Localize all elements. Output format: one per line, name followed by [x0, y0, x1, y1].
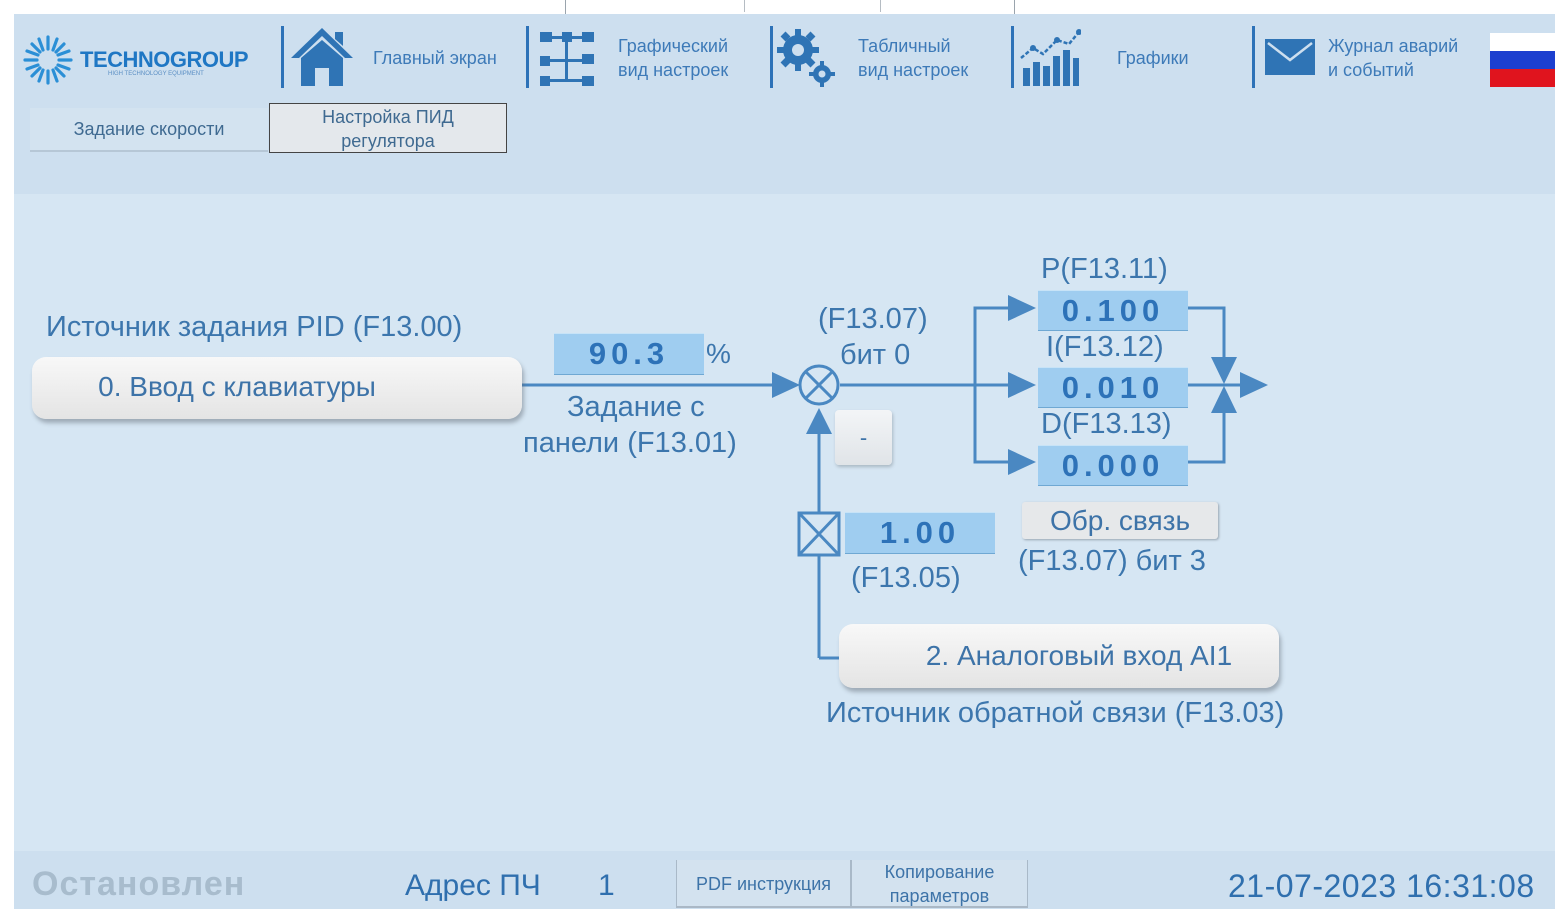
window-top-strip: [0, 0, 1555, 17]
tab-pid-label-line1: Настройка ПИД: [322, 107, 454, 127]
nav-charts-button[interactable]: Графики: [1017, 22, 1249, 92]
nav-separator: [770, 26, 773, 88]
nav-separator: [1252, 26, 1255, 88]
nav-table-settings-button[interactable]: Табличный вид настроек: [776, 22, 1008, 92]
nav-graphic-settings-button[interactable]: Графический вид настроек: [532, 22, 768, 92]
feedback-source-label: Источник обратной связи (F13.03): [826, 697, 1285, 729]
nav-log-label-line2: и событий: [1328, 60, 1414, 80]
logo-sunburst-icon: [23, 35, 73, 85]
copy-parameters-line1: Копирование: [884, 862, 995, 882]
pdf-manual-button[interactable]: PDF инструкция: [676, 860, 851, 908]
feedback-toggle-button[interactable]: Обр. связь: [1022, 502, 1218, 539]
copy-parameters-line2: параметров: [889, 886, 990, 906]
nav-separator: [526, 26, 529, 88]
i-gain-label: I(F13.12): [1046, 331, 1164, 363]
panel-setpoint-unit: %: [706, 338, 731, 369]
logo-subtitle: HIGH TECHNOLOGY EQUIPMENT: [108, 71, 204, 77]
nav-log-label-line1: Журнал аварий: [1328, 36, 1459, 56]
sign-toggle-button[interactable]: -: [835, 410, 892, 465]
language-flag-icon[interactable]: [1490, 33, 1555, 87]
tree-diagram-icon: [540, 32, 594, 86]
logo-text: TECHNOGROUP: [80, 47, 249, 72]
nav-separator: [1011, 26, 1014, 88]
nav-event-log-button[interactable]: Журнал аварий и событий: [1258, 22, 1488, 92]
feedback-source-button[interactable]: 2. Аналоговый вход AI1: [839, 624, 1279, 688]
home-icon: [291, 28, 353, 86]
feedback-param-label: (F13.07) бит 3: [1018, 545, 1206, 577]
current-datetime: 21-07-2023 16:31:08: [1228, 868, 1535, 904]
copy-parameters-button[interactable]: Копирование параметров: [851, 860, 1028, 908]
tab-speed-setpoint[interactable]: Задание скорости: [30, 108, 268, 152]
drive-address-value[interactable]: 1: [598, 869, 615, 903]
sum-param-line1: (F13.07): [818, 303, 928, 335]
feedback-gain-value[interactable]: 1.00: [845, 512, 995, 554]
nav-charts-label: Графики: [1117, 48, 1189, 68]
nav-home-label: Главный экран: [373, 48, 497, 68]
nav-separator: [281, 26, 284, 88]
gears-icon: [777, 29, 835, 87]
nav-graphic-label-line1: Графический: [618, 36, 728, 56]
i-gain-value[interactable]: 0.010: [1038, 367, 1188, 408]
tab-pid-settings[interactable]: Настройка ПИД регулятора: [269, 103, 507, 153]
setpoint-source-label: Источник задания PID (F13.00): [46, 311, 463, 343]
envelope-icon: [1265, 39, 1315, 75]
bar-chart-icon: [1020, 29, 1081, 86]
nav-table-label-line1: Табличный: [858, 36, 951, 56]
d-gain-label: D(F13.13): [1041, 408, 1172, 440]
panel-setpoint-label-line2: панели (F13.01): [523, 427, 737, 459]
drive-status: Остановлен: [32, 865, 246, 903]
d-gain-value[interactable]: 0.000: [1038, 445, 1188, 486]
drive-address-label: Адрес ПЧ: [405, 869, 541, 902]
feedback-gain-param: (F13.05): [851, 562, 961, 594]
nav-table-label-line2: вид настроек: [858, 60, 969, 80]
panel-setpoint-value[interactable]: 90.3: [554, 333, 704, 375]
nav-graphic-label-line2: вид настроек: [618, 60, 729, 80]
panel-setpoint-label-line1: Задание с: [567, 391, 705, 423]
tab-pid-label-line2: регулятора: [341, 131, 435, 151]
nav-home-button[interactable]: Главный экран: [287, 22, 523, 92]
sum-param-line2: бит 0: [840, 339, 911, 371]
p-gain-value[interactable]: 0.100: [1038, 290, 1188, 331]
p-gain-label: P(F13.11): [1041, 253, 1168, 285]
setpoint-source-button[interactable]: 0. Ввод с клавиатуры: [32, 357, 522, 419]
